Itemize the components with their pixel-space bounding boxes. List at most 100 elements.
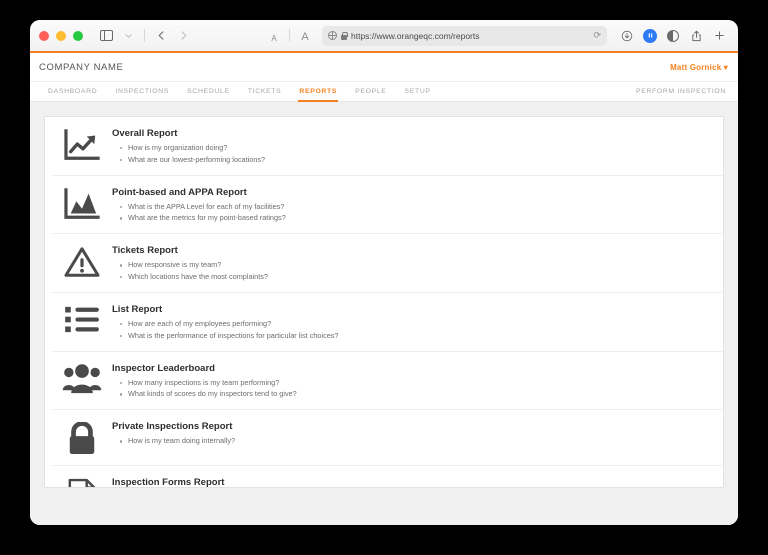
report-questions: How responsive is my team? Which locatio… bbox=[120, 259, 268, 283]
report-text-cell: Overall Report How is my organization do… bbox=[112, 127, 265, 166]
maximize-window-button[interactable] bbox=[73, 30, 83, 41]
report-row[interactable]: Private Inspections Report How is my tea… bbox=[52, 409, 723, 465]
nav-item-inspections[interactable]: INSPECTIONS bbox=[106, 82, 178, 101]
extension-icon bbox=[643, 28, 657, 43]
address-bar[interactable]: https://www.orangeqc.com/reports ⟳ bbox=[322, 25, 607, 46]
sidebar-toggle-icon bbox=[99, 30, 113, 41]
people-group-icon bbox=[62, 363, 102, 393]
report-row[interactable]: Overall Report How is my organization do… bbox=[52, 117, 723, 175]
report-question: What is the APPA Level for each of my fa… bbox=[120, 201, 285, 211]
report-row[interactable]: Inspector Leaderboard How many inspectio… bbox=[52, 350, 723, 410]
nav-item-dashboard[interactable]: DASHBOARD bbox=[39, 82, 106, 101]
close-window-button[interactable] bbox=[39, 30, 49, 41]
minimize-window-button[interactable] bbox=[56, 30, 66, 41]
report-question: How is my team doing internally? bbox=[119, 436, 236, 446]
report-text-cell: Inspector Leaderboard How many inspectio… bbox=[112, 362, 297, 401]
reader-contrast-button[interactable] bbox=[663, 26, 683, 46]
web-page: COMPANY NAME Matt Gornick ▾ DASHBOARD IN… bbox=[30, 53, 738, 525]
report-text-cell: Inspection Forms Report Which area types… bbox=[112, 476, 328, 488]
forward-button[interactable] bbox=[173, 26, 193, 46]
report-question: What are our lowest-performing locations… bbox=[119, 154, 266, 164]
browser-toolbar: A A https://www.orangeqc.com/reports ⟳ bbox=[30, 20, 738, 51]
nav-item-schedule[interactable]: SCHEDULE bbox=[178, 82, 239, 101]
report-questions: How is my organization doing? What are o… bbox=[119, 142, 266, 166]
reader-contrast-icon bbox=[667, 29, 679, 42]
report-icon-cell bbox=[52, 244, 112, 279]
nav-item-people[interactable]: PEOPLE bbox=[346, 82, 395, 101]
new-tab-button[interactable] bbox=[709, 26, 729, 46]
list-icon bbox=[65, 306, 99, 333]
back-button[interactable] bbox=[151, 26, 171, 46]
report-question: Which locations have the most complaints… bbox=[120, 272, 268, 282]
report-questions: How many inspections is my team performi… bbox=[120, 377, 297, 401]
chevron-down-icon bbox=[124, 34, 132, 39]
perform-inspection-link[interactable]: PERFORM INSPECTION bbox=[627, 82, 738, 101]
reload-button[interactable]: ⟳ bbox=[593, 30, 601, 41]
extension-button[interactable] bbox=[640, 26, 660, 46]
report-title: Inspector Leaderboard bbox=[112, 362, 215, 374]
toolbar-divider bbox=[144, 29, 145, 42]
report-text-cell: List Report How are each of my employees… bbox=[112, 303, 339, 342]
sidebar-dropdown-button[interactable] bbox=[118, 26, 138, 46]
warning-triangle-icon bbox=[64, 247, 100, 277]
sidebar-toggle-button[interactable] bbox=[96, 26, 116, 46]
report-icon-cell bbox=[52, 303, 112, 334]
decrease-text-size-button[interactable]: A bbox=[263, 26, 285, 46]
report-icon-cell bbox=[52, 127, 112, 162]
report-title: Point-based and APPA Report bbox=[112, 186, 247, 198]
company-name: COMPANY NAME bbox=[39, 61, 124, 73]
forward-arrow-icon bbox=[181, 31, 186, 40]
report-icon-cell bbox=[52, 186, 112, 221]
increase-text-size-button[interactable]: A bbox=[294, 26, 316, 46]
globe-icon bbox=[328, 31, 337, 40]
traffic-lights bbox=[39, 30, 83, 41]
back-arrow-icon bbox=[158, 31, 163, 40]
report-title: Overall Report bbox=[112, 128, 178, 139]
report-question: What are the metrics for my point-based … bbox=[120, 213, 286, 223]
report-row[interactable]: Tickets Report How responsive is my team… bbox=[52, 233, 723, 292]
report-question: How is my organization doing? bbox=[119, 142, 265, 154]
toolbar-divider-2 bbox=[289, 29, 290, 42]
nav-item-setup[interactable]: SETUP bbox=[396, 82, 440, 101]
report-text-cell: Private Inspections Report How is my tea… bbox=[112, 420, 235, 447]
report-icon-cell bbox=[52, 420, 112, 456]
report-questions: How is my team doing internally? bbox=[119, 435, 236, 447]
report-title: Inspection Forms Report bbox=[112, 477, 225, 488]
line-chart-icon bbox=[64, 129, 100, 160]
report-title: List Report bbox=[112, 303, 163, 315]
document-icon bbox=[68, 478, 96, 487]
url-text: https://www.orangeqc.com/reports bbox=[351, 30, 480, 41]
area-chart-icon bbox=[64, 187, 100, 219]
share-icon bbox=[691, 30, 701, 41]
browser-window: A A https://www.orangeqc.com/reports ⟳ C… bbox=[30, 20, 738, 525]
nav-item-reports[interactable]: REPORTS bbox=[290, 82, 346, 102]
page-content: Overall Report How is my organization do… bbox=[30, 102, 738, 525]
report-questions: What is the APPA Level for each of my fa… bbox=[120, 201, 286, 225]
share-button[interactable] bbox=[686, 26, 706, 46]
navigation-controls bbox=[96, 26, 193, 46]
reports-card: Overall Report How is my organization do… bbox=[44, 116, 724, 488]
report-question: How are each of my employees performing? bbox=[120, 318, 339, 330]
report-questions: How are each of my employees performing?… bbox=[120, 318, 339, 342]
new-tab-icon bbox=[714, 31, 724, 40]
nav-item-tickets[interactable]: TICKETS bbox=[239, 82, 291, 101]
report-title: Tickets Report bbox=[112, 245, 178, 257]
report-icon-cell bbox=[52, 476, 112, 487]
download-icon bbox=[621, 30, 633, 41]
downloads-button[interactable] bbox=[617, 26, 637, 46]
report-question: What is the performance of inspections f… bbox=[120, 330, 339, 340]
report-icon-cell bbox=[52, 362, 112, 395]
report-title: Private Inspections Report bbox=[112, 421, 233, 433]
report-question: How many inspections is my team performi… bbox=[120, 377, 297, 389]
report-row[interactable]: Inspection Forms Report Which area types… bbox=[52, 465, 723, 488]
report-text-cell: Point-based and APPA Report What is the … bbox=[112, 186, 286, 225]
lock-icon bbox=[341, 31, 348, 40]
report-text-cell: Tickets Report How responsive is my team… bbox=[112, 244, 268, 283]
report-row[interactable]: List Report How are each of my employees… bbox=[52, 291, 723, 351]
report-question: What kinds of scores do my inspectors te… bbox=[120, 389, 297, 399]
text-size-controls: A A bbox=[263, 26, 316, 46]
toolbar-right-tools bbox=[617, 26, 729, 46]
user-menu[interactable]: Matt Gornick ▾ bbox=[670, 63, 728, 72]
main-navigation: DASHBOARD INSPECTIONS SCHEDULE TICKETS R… bbox=[30, 81, 738, 102]
report-row[interactable]: Point-based and APPA Report What is the … bbox=[52, 174, 723, 234]
